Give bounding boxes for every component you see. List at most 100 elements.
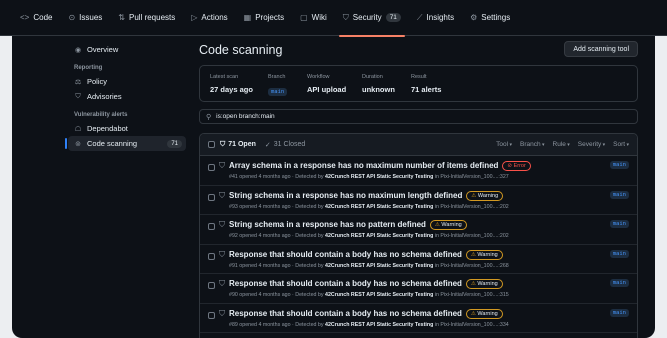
alert-icon: ⚠	[470, 281, 476, 287]
tab-wiki[interactable]: ▢ Wiki	[292, 0, 335, 36]
latest-scan-col: Latest scan 27 days ago	[210, 74, 253, 94]
severity-label: ⚠ Warning	[429, 220, 467, 230]
tab-insights[interactable]: ⟋ Insights	[409, 0, 462, 36]
tab-label: Insights	[426, 13, 455, 22]
tab-label: Security	[352, 13, 382, 22]
alerts-list-header: ⛉ 71 Open ✓ 31 Closed Tool Branch Rule S…	[200, 134, 637, 156]
shield-icon: ⛉	[219, 220, 225, 229]
alert-row[interactable]: ⛉ String schema in a response has no maxi…	[200, 186, 637, 215]
dependabot-icon: ☖	[74, 125, 82, 133]
alert-title-link[interactable]: Response that should contain a body has …	[229, 279, 462, 288]
alert-title-link[interactable]: Response that should contain a body has …	[229, 309, 462, 318]
insights-icon: ⟋	[416, 12, 423, 22]
sidebar-heading-reporting: Reporting	[74, 65, 103, 71]
closed-alerts-filter[interactable]: ✓ 31 Closed	[265, 141, 305, 149]
severity-label: ⚠ Warning	[465, 249, 503, 260]
shield-icon: ⛉	[219, 249, 225, 259]
alert-title-link[interactable]: String schema in a response has no maxim…	[229, 191, 462, 200]
repo-tab-nav: <> Code ⊙ Issues ⇅ Pull requests ▷ Actions ▦ Proj…	[0, 0, 667, 37]
filter-rule-dropdown[interactable]: Rule	[553, 141, 570, 148]
alert-row[interactable]: ⛉ Response that should contain a body has…	[200, 245, 637, 274]
sidebar-item-overview[interactable]: ◉ Overview	[68, 42, 186, 57]
alert-row[interactable]: ⛉ Array schema in a response has no maxim…	[200, 156, 637, 186]
tool-name: 42Crunch REST API Static Security Testin…	[325, 174, 434, 180]
alert-meta: #92 opened 4 months ago · Detected by 42…	[229, 233, 509, 239]
tab-code[interactable]: <> Code	[12, 0, 60, 36]
issues-icon: ⊙	[68, 13, 76, 22]
codescan-icon: ⊚	[75, 140, 81, 148]
add-scanning-tool-button[interactable]: Add scanning tool	[564, 41, 638, 57]
law-icon: ⚖	[74, 78, 82, 86]
sidebar-item-label: Policy	[87, 77, 108, 86]
tab-projects[interactable]: ▦ Projects	[236, 0, 292, 36]
branch-label[interactable]: main	[609, 249, 629, 258]
actions-icon: ▷	[191, 13, 198, 22]
sidebar-item-advisories[interactable]: ⛉ Advisories	[68, 89, 186, 104]
search-icon: ⚲	[206, 113, 212, 121]
shield-icon: ⛉	[219, 161, 225, 170]
alert-row[interactable]: ⛉ String schema in a response has no patt…	[200, 215, 637, 245]
alert-icon: ⚠	[434, 222, 440, 228]
sidebar-item-code-scanning[interactable]: ⊚ Code scanning 71	[65, 136, 186, 151]
filter-branch-dropdown[interactable]: Branch	[520, 141, 545, 148]
alert-count-badge: 71	[167, 139, 182, 148]
result-link[interactable]: 71 alerts	[411, 85, 441, 94]
sidebar-item-label: Advisories	[87, 92, 122, 101]
filter-dropdowns: Tool Branch Rule Severity Sort	[496, 141, 637, 148]
tool-name: 42Crunch REST API Static Security Testin…	[325, 203, 434, 210]
result-col: Result 71 alerts	[411, 74, 442, 94]
alert-title-link[interactable]: String schema in a response has no patte…	[229, 220, 426, 229]
tab-actions[interactable]: ▷ Actions	[183, 0, 235, 36]
security-sidebar: ◉ Overview Reporting ⚖ Policy ⛉ Advisori…	[65, 40, 186, 151]
branch-label[interactable]: main	[609, 308, 629, 317]
alert-rows: ⛉ Array schema in a response has no maxim…	[200, 156, 637, 333]
row-checkbox[interactable]	[208, 311, 215, 319]
sort-dropdown[interactable]: Sort	[613, 141, 629, 148]
check-icon: ✓	[264, 141, 271, 149]
page-title: Code scanning	[199, 43, 283, 57]
tab-settings[interactable]: ⚙ Settings	[462, 0, 518, 36]
row-checkbox[interactable]	[208, 193, 215, 201]
filter-severity-dropdown[interactable]: Severity	[578, 141, 605, 148]
workflow-link[interactable]: API upload	[307, 85, 346, 94]
branch-label[interactable]: main	[609, 279, 629, 287]
sidebar-item-label: Overview	[87, 45, 119, 54]
severity-label: ⊘ Error	[502, 161, 531, 171]
alert-row[interactable]: ⛉ Response that should contain a body has…	[200, 304, 637, 333]
alert-icon: ⚠	[471, 192, 477, 199]
alert-meta: #93 opened 4 months ago · Detected by 42…	[229, 203, 509, 210]
tab-pull-requests[interactable]: ⇅ Pull requests	[110, 0, 183, 36]
alert-meta: #41 opened 4 months ago · Detected by 42…	[229, 174, 509, 180]
branch-label[interactable]: main	[609, 161, 629, 169]
alerts-list: ⛉ 71 Open ✓ 31 Closed Tool Branch Rule S…	[199, 133, 638, 338]
sidebar-heading-vulnerability-alerts: Vulnerability alerts	[74, 112, 128, 118]
tab-label: Wiki	[311, 13, 327, 22]
workflow-col: Workflow API upload	[307, 74, 347, 94]
tab-security[interactable]: ⛉ Security 71	[335, 0, 409, 37]
sidebar-item-dependabot[interactable]: ☖ Dependabot	[68, 121, 186, 136]
sidebar-item-policy[interactable]: ⚖ Policy	[68, 74, 186, 89]
sidebar-item-label: Dependabot	[87, 124, 128, 133]
open-alerts-filter[interactable]: ⛉ 71 Open	[220, 141, 256, 149]
row-checkbox[interactable]	[208, 223, 215, 230]
latest-scan-summary: Latest scan 27 days ago Branch main Work…	[199, 65, 638, 102]
alert-title-link[interactable]: Response that should contain a body has …	[229, 250, 462, 259]
tab-issues[interactable]: ⊙ Issues	[60, 0, 110, 36]
alert-title-line: String schema in a response has no maxim…	[229, 190, 504, 201]
filter-tool-dropdown[interactable]: Tool	[496, 141, 512, 148]
branch-label[interactable]: main	[609, 220, 629, 228]
tab-label: Settings	[481, 13, 511, 22]
tab-label: Code	[33, 13, 53, 22]
search-input[interactable]	[216, 113, 617, 120]
row-checkbox[interactable]	[208, 164, 215, 171]
row-checkbox[interactable]	[208, 252, 215, 260]
alert-title-link[interactable]: Array schema in a response has no maximu…	[229, 161, 498, 170]
code-icon: <>	[20, 13, 30, 22]
row-checkbox[interactable]	[208, 282, 215, 289]
select-all-checkbox[interactable]	[208, 141, 215, 148]
security-icon: ⛉	[342, 12, 349, 22]
branch-label[interactable]: main	[268, 88, 288, 96]
alert-row[interactable]: ⛉ Response that should contain a body has…	[200, 274, 637, 304]
branch-label[interactable]: main	[609, 190, 629, 199]
alert-title-line: Response that should contain a body has …	[229, 308, 503, 319]
